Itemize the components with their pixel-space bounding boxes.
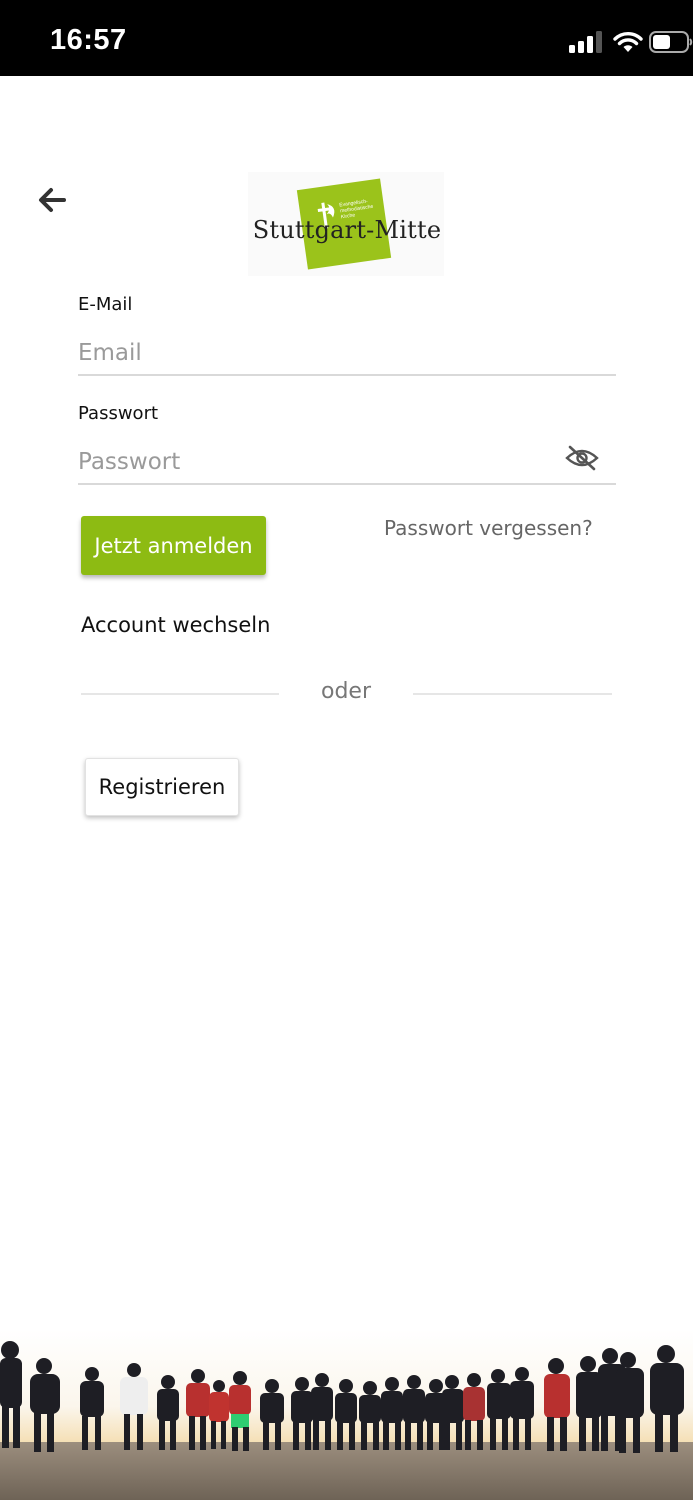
login-button[interactable]: Jetzt anmelden — [81, 516, 266, 575]
eye-off-icon — [565, 445, 599, 471]
email-field[interactable] — [78, 332, 616, 376]
forgot-password-link[interactable]: Passwort vergessen? — [384, 516, 593, 540]
status-time: 16:57 — [50, 24, 127, 56]
wifi-icon — [613, 32, 643, 52]
register-button[interactable]: Registrieren — [85, 758, 239, 816]
switch-account-link[interactable]: Account wechseln — [81, 613, 270, 637]
email-label: E-Mail — [78, 294, 133, 315]
divider-label: oder — [320, 679, 371, 704]
status-bar: 16:57 — [0, 0, 693, 76]
password-field[interactable] — [78, 441, 616, 485]
divider-left — [81, 693, 279, 695]
church-logo: Evangelisch-methodistische Kirche Stuttg… — [248, 172, 444, 276]
password-label: Passwort — [78, 403, 159, 424]
back-button[interactable] — [30, 180, 74, 220]
divider-right — [413, 693, 612, 695]
group-silhouette-image — [0, 1330, 693, 1500]
password-visibility-toggle[interactable] — [562, 440, 602, 476]
logo-wordmark: Stuttgart-Mitte — [252, 216, 442, 244]
battery-icon — [649, 31, 693, 53]
signal-icon — [569, 31, 602, 53]
arrow-left-icon — [39, 188, 66, 212]
footer-group-photo — [0, 1330, 693, 1500]
